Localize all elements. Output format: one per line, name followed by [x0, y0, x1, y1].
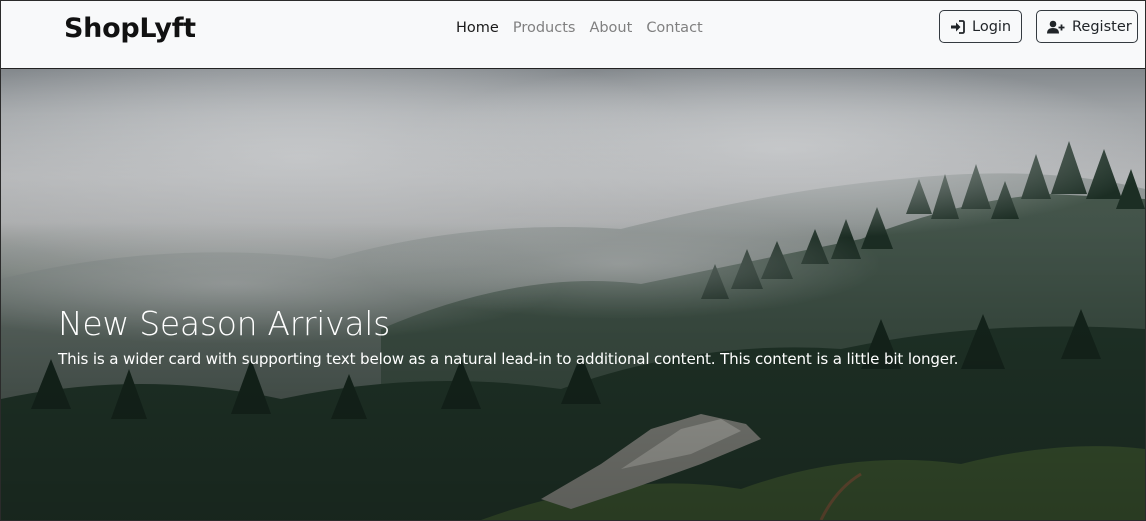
user-plus-icon [1047, 20, 1065, 34]
nav-item-about[interactable]: About [589, 17, 632, 39]
brand-logo[interactable]: ShopLyft [64, 11, 196, 47]
hero-banner: New Season Arrivals This is a wider card… [1, 69, 1145, 520]
navbar: ShopLyft Home Products About Contact Log… [1, 1, 1145, 69]
hero-description: This is a wider card with supporting tex… [58, 350, 959, 369]
nav-item-products[interactable]: Products [513, 17, 576, 39]
hero-background-image [1, 69, 1145, 520]
nav-item-home[interactable]: Home [456, 17, 499, 39]
register-label: Register [1072, 18, 1132, 35]
hero-title: New Season Arrivals [58, 304, 391, 344]
sign-in-icon [950, 19, 965, 34]
nav-item-contact[interactable]: Contact [646, 17, 702, 39]
register-button[interactable]: Register [1036, 10, 1138, 43]
page: ShopLyft Home Products About Contact Log… [0, 0, 1146, 521]
login-label: Login [972, 18, 1012, 35]
login-button[interactable]: Login [939, 10, 1022, 43]
nav-menu: Home Products About Contact [456, 17, 703, 39]
